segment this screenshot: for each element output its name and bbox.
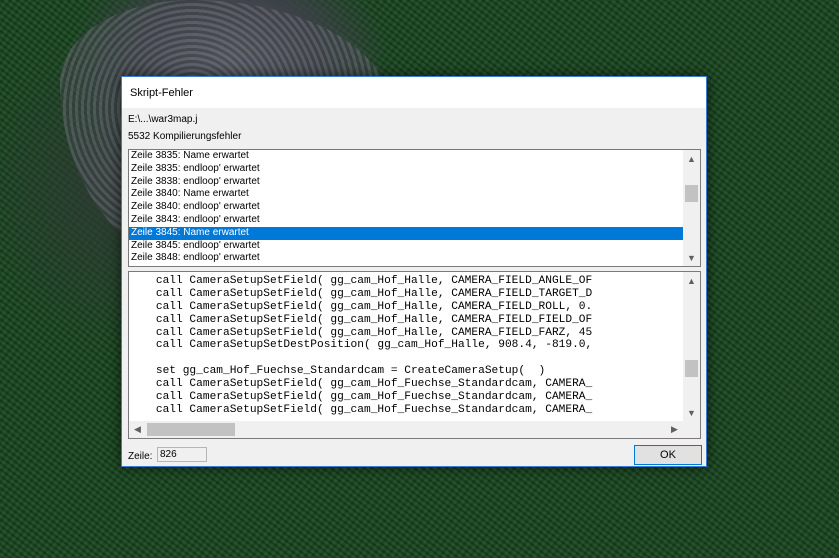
code-line: call CameraSetupSetField( gg_cam_Hof_Fue… bbox=[129, 391, 593, 404]
error-list[interactable]: Zeile 3835: Name erwartet Zeile 3835: end… bbox=[128, 149, 701, 267]
file-path: E:\...\war3map.j bbox=[128, 114, 198, 125]
code-line: set gg_cam_Hof_Fuechse_Standardcam = Cre… bbox=[129, 365, 546, 378]
error-list-vscrollbar[interactable]: ▲ ▼ bbox=[683, 150, 700, 266]
code-hscrollbar[interactable]: ◀ ▶ bbox=[129, 421, 683, 438]
scroll-up-arrow-icon[interactable]: ▲ bbox=[683, 150, 700, 167]
error-list-item[interactable]: Zeile 3843: endloop' erwartet bbox=[129, 214, 683, 227]
code-line: call CameraSetupSetField( gg_cam_Hof_Hal… bbox=[129, 287, 593, 300]
error-count: 5532 Kompilierungsfehler bbox=[128, 131, 242, 142]
code-vscrollbar[interactable]: ▲ ▼ bbox=[683, 272, 700, 421]
error-list-items: Zeile 3835: Name erwartet Zeile 3835: end… bbox=[129, 150, 683, 265]
source-code-view[interactable]: call CameraSetupSetField( gg_cam_Hof_Hal… bbox=[128, 271, 701, 439]
line-number-field[interactable]: 826 bbox=[157, 447, 207, 462]
error-list-item[interactable]: Zeile 3840: Name erwartet bbox=[129, 188, 683, 201]
error-list-item[interactable]: Zeile 3845: endloop' erwartet bbox=[129, 240, 683, 253]
script-error-dialog: Skript-Fehler E:\...\war3map.j 5532 Komp… bbox=[121, 76, 707, 467]
line-label: Zeile: bbox=[128, 451, 153, 462]
code-line: call CameraSetupSetField( gg_cam_Hof_Hal… bbox=[129, 326, 593, 339]
error-list-item[interactable]: Zeile 3848: endloop' erwartet bbox=[129, 252, 683, 265]
error-list-item[interactable]: Zeile 3840: endloop' erwartet bbox=[129, 201, 683, 214]
error-list-scroll-thumb[interactable] bbox=[685, 185, 698, 202]
source-code-text: call CameraSetupSetField( gg_cam_Hof_Hal… bbox=[129, 275, 683, 418]
error-list-item[interactable]: Zeile 3835: Name erwartet bbox=[129, 150, 683, 163]
code-vscroll-thumb[interactable] bbox=[685, 360, 698, 377]
scroll-down-arrow-icon[interactable]: ▼ bbox=[683, 404, 700, 421]
scroll-right-arrow-icon[interactable]: ▶ bbox=[666, 421, 683, 438]
error-list-item[interactable]: Zeile 3845: Name erwartet bbox=[129, 226, 683, 240]
ok-button[interactable]: OK bbox=[634, 445, 702, 465]
dialog-titlebar[interactable]: Skript-Fehler bbox=[122, 77, 706, 108]
code-hscroll-thumb[interactable] bbox=[147, 423, 235, 436]
code-line: call CameraSetupSetField( gg_cam_Hof_Fue… bbox=[129, 378, 593, 391]
error-list-item[interactable]: Zeile 3838: endloop' erwartet bbox=[129, 176, 683, 189]
scrollbar-corner bbox=[683, 421, 700, 438]
code-line: call CameraSetupSetField( gg_cam_Hof_Hal… bbox=[129, 300, 593, 313]
code-line: call CameraSetupSetField( gg_cam_Hof_Fue… bbox=[129, 403, 593, 416]
code-line: call CameraSetupSetField( gg_cam_Hof_Hal… bbox=[129, 313, 593, 326]
scroll-left-arrow-icon[interactable]: ◀ bbox=[129, 421, 146, 438]
dialog-title: Skript-Fehler bbox=[130, 86, 193, 99]
scroll-up-arrow-icon[interactable]: ▲ bbox=[683, 272, 700, 289]
code-line: call CameraSetupSetField( gg_cam_Hof_Hal… bbox=[129, 275, 593, 287]
code-line: call CameraSetupSetDestPosition( gg_cam_… bbox=[129, 339, 593, 352]
error-list-item[interactable]: Zeile 3835: endloop' erwartet bbox=[129, 163, 683, 176]
scroll-down-arrow-icon[interactable]: ▼ bbox=[683, 249, 700, 266]
